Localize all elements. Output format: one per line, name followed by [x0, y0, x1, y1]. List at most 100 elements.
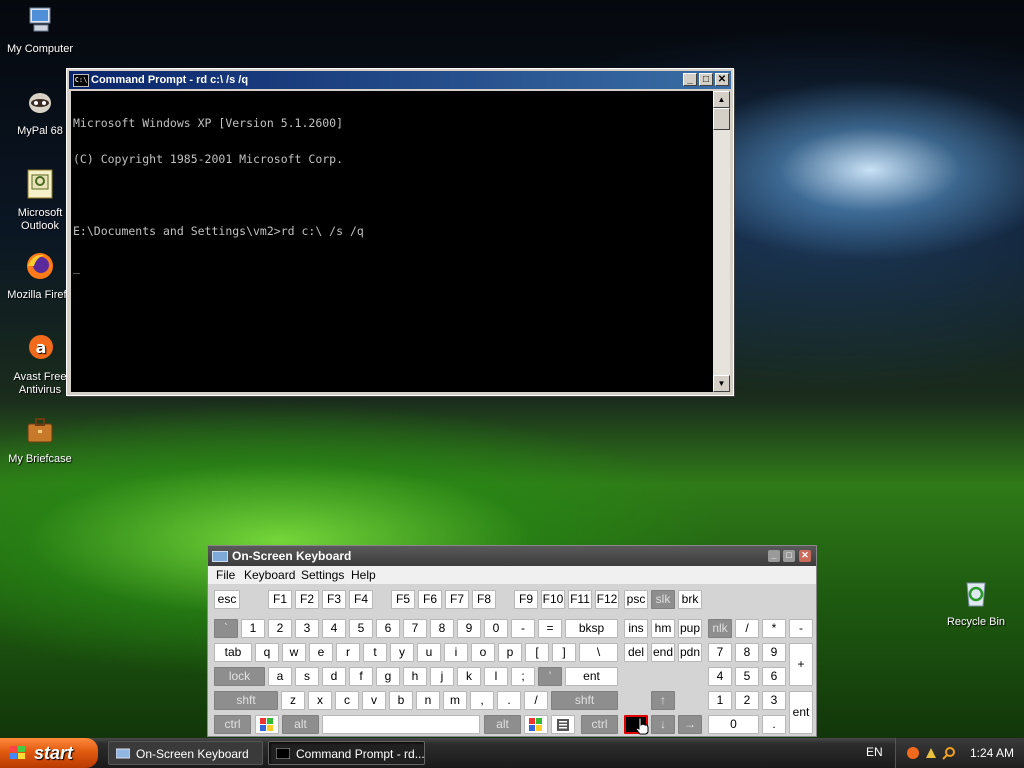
scroll-thumb[interactable]	[713, 108, 730, 130]
key-num-5[interactable]: 5	[735, 667, 759, 686]
key-num-9[interactable]: 9	[762, 643, 786, 662]
key-num-2[interactable]: 2	[735, 691, 759, 710]
key-right-shift[interactable]: shft	[551, 691, 618, 710]
task-on-screen-keyboard[interactable]: On-Screen Keyboard	[108, 741, 263, 765]
key-period[interactable]: .	[497, 691, 521, 710]
on-screen-keyboard-window[interactable]: On-Screen Keyboard _ □ ✕ File Keyboard S…	[207, 545, 817, 737]
key-r[interactable]: r	[336, 643, 360, 662]
key-num-minus[interactable]: -	[789, 619, 813, 638]
key-f9[interactable]: F9	[514, 590, 538, 609]
key-esc[interactable]: esc	[214, 590, 240, 609]
key-left-shift[interactable]: shft	[214, 691, 278, 710]
key-d[interactable]: d	[322, 667, 346, 686]
key-left-windows[interactable]	[255, 715, 279, 734]
key-numlock[interactable]: nlk	[708, 619, 732, 638]
desktop-icon-briefcase[interactable]: My Briefcase	[2, 414, 78, 466]
key-e[interactable]: e	[309, 643, 333, 662]
key-menu[interactable]	[551, 715, 575, 734]
key-num-6[interactable]: 6	[762, 667, 786, 686]
key-z[interactable]: z	[281, 691, 305, 710]
key-t[interactable]: t	[363, 643, 387, 662]
key-f4[interactable]: F4	[349, 590, 373, 609]
key-pgdn[interactable]: pdn	[678, 643, 702, 662]
key-backspace[interactable]: bksp	[565, 619, 618, 638]
key-b[interactable]: b	[389, 691, 413, 710]
menu-keyboard[interactable]: Keyboard	[244, 568, 295, 582]
osk-minimize-button[interactable]: _	[768, 550, 780, 562]
key-slk[interactable]: slk	[651, 590, 675, 609]
key-tab[interactable]: tab	[214, 643, 252, 662]
key-num-3[interactable]: 3	[762, 691, 786, 710]
key-f6[interactable]: F6	[418, 590, 442, 609]
key-rbracket[interactable]: ]	[552, 643, 576, 662]
key-num-0[interactable]: 0	[708, 715, 759, 734]
key-semicolon[interactable]: ;	[511, 667, 535, 686]
key-f11[interactable]: F11	[568, 590, 592, 609]
language-indicator[interactable]: EN	[866, 745, 883, 759]
key-6[interactable]: 6	[376, 619, 400, 638]
key-minus[interactable]: -	[511, 619, 535, 638]
key-0[interactable]: 0	[484, 619, 508, 638]
key-num-divide[interactable]: /	[735, 619, 759, 638]
key-f2[interactable]: F2	[295, 590, 319, 609]
key-backtick[interactable]: `	[214, 619, 238, 638]
key-left-ctrl[interactable]: ctrl	[214, 715, 251, 734]
key-f1[interactable]: F1	[268, 590, 292, 609]
key-enter[interactable]: ent	[565, 667, 618, 686]
task-command-prompt[interactable]: Command Prompt - rd...	[268, 741, 425, 765]
key-num-multiply[interactable]: *	[762, 619, 786, 638]
key-up-arrow-icon[interactable]: ↑	[651, 691, 675, 710]
key-num-plus[interactable]: +	[789, 643, 813, 686]
osk-titlebar[interactable]: On-Screen Keyboard _ □ ✕	[208, 546, 816, 566]
osk-maximize-button[interactable]: □	[783, 550, 795, 562]
key-num-enter[interactable]: ent	[789, 691, 813, 734]
key-h[interactable]: h	[403, 667, 427, 686]
key-4[interactable]: 4	[322, 619, 346, 638]
key-o[interactable]: o	[471, 643, 495, 662]
close-button[interactable]: ✕	[715, 73, 729, 86]
key-5[interactable]: 5	[349, 619, 373, 638]
key-w[interactable]: w	[282, 643, 306, 662]
key-i[interactable]: i	[444, 643, 468, 662]
desktop-icon-my-computer[interactable]: My Computer	[2, 4, 78, 56]
command-prompt-titlebar[interactable]: C:\ Command Prompt - rd c:\ /s /q _ □ ✕	[69, 71, 731, 89]
console-output[interactable]: Microsoft Windows XP [Version 5.1.2600] …	[71, 91, 713, 392]
desktop-icon-recycle-bin[interactable]: Recycle Bin	[938, 577, 1014, 629]
key-brk[interactable]: brk	[678, 590, 702, 609]
key-comma[interactable]: ,	[470, 691, 494, 710]
key-f10[interactable]: F10	[541, 590, 565, 609]
menu-file[interactable]: File	[216, 568, 235, 582]
key-1[interactable]: 1	[241, 619, 265, 638]
key-f12[interactable]: F12	[595, 590, 619, 609]
key-ins[interactable]: ins	[624, 619, 648, 638]
scroll-up-arrow-icon[interactable]: ▲	[713, 91, 730, 108]
key-x[interactable]: x	[308, 691, 332, 710]
key-f[interactable]: f	[349, 667, 373, 686]
key-capslock[interactable]: lock	[214, 667, 265, 686]
key-u[interactable]: u	[417, 643, 441, 662]
command-prompt-window[interactable]: C:\ Command Prompt - rd c:\ /s /q _ □ ✕ …	[66, 68, 734, 396]
key-slash[interactable]: /	[524, 691, 548, 710]
key-pgup[interactable]: pup	[678, 619, 702, 638]
network-tray-icon[interactable]	[924, 746, 938, 760]
key-p[interactable]: p	[498, 643, 522, 662]
key-j[interactable]: j	[430, 667, 454, 686]
key-f5[interactable]: F5	[391, 590, 415, 609]
key-k[interactable]: k	[457, 667, 481, 686]
key-l[interactable]: l	[484, 667, 508, 686]
key-right-alt[interactable]: alt	[484, 715, 521, 734]
vertical-scrollbar[interactable]: ▲ ▼	[713, 91, 730, 392]
key-num-1[interactable]: 1	[708, 691, 732, 710]
key-8[interactable]: 8	[430, 619, 454, 638]
key-backslash[interactable]: \	[579, 643, 618, 662]
key-m[interactable]: m	[443, 691, 467, 710]
key-space[interactable]	[322, 715, 480, 734]
key-7[interactable]: 7	[403, 619, 427, 638]
search-tray-icon[interactable]	[942, 746, 956, 760]
key-end[interactable]: end	[651, 643, 675, 662]
osk-close-button[interactable]: ✕	[799, 550, 811, 562]
start-button[interactable]: start	[0, 738, 98, 768]
key-y[interactable]: y	[390, 643, 414, 662]
key-f7[interactable]: F7	[445, 590, 469, 609]
key-q[interactable]: q	[255, 643, 279, 662]
